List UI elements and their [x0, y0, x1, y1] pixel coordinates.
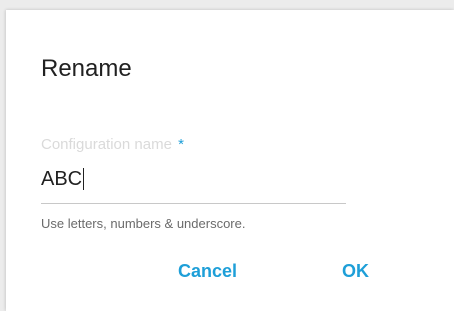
configuration-name-input[interactable]: ABC [41, 166, 85, 192]
input-value: ABC [41, 168, 83, 190]
helper-text: Use letters, numbers & underscore. [41, 216, 246, 231]
ok-button[interactable]: OK [338, 258, 373, 284]
required-marker: * [178, 136, 184, 153]
text-caret [83, 168, 85, 190]
configuration-name-field[interactable]: Configuration name * ABC [41, 136, 346, 206]
rename-dialog: Rename Configuration name * ABC Use lett… [6, 10, 454, 311]
cancel-button[interactable]: Cancel [174, 258, 241, 284]
field-label-text: Configuration name [41, 136, 172, 153]
configuration-name-label: Configuration name * [41, 136, 184, 153]
input-underline [41, 203, 346, 204]
dialog-title: Rename [41, 55, 132, 82]
